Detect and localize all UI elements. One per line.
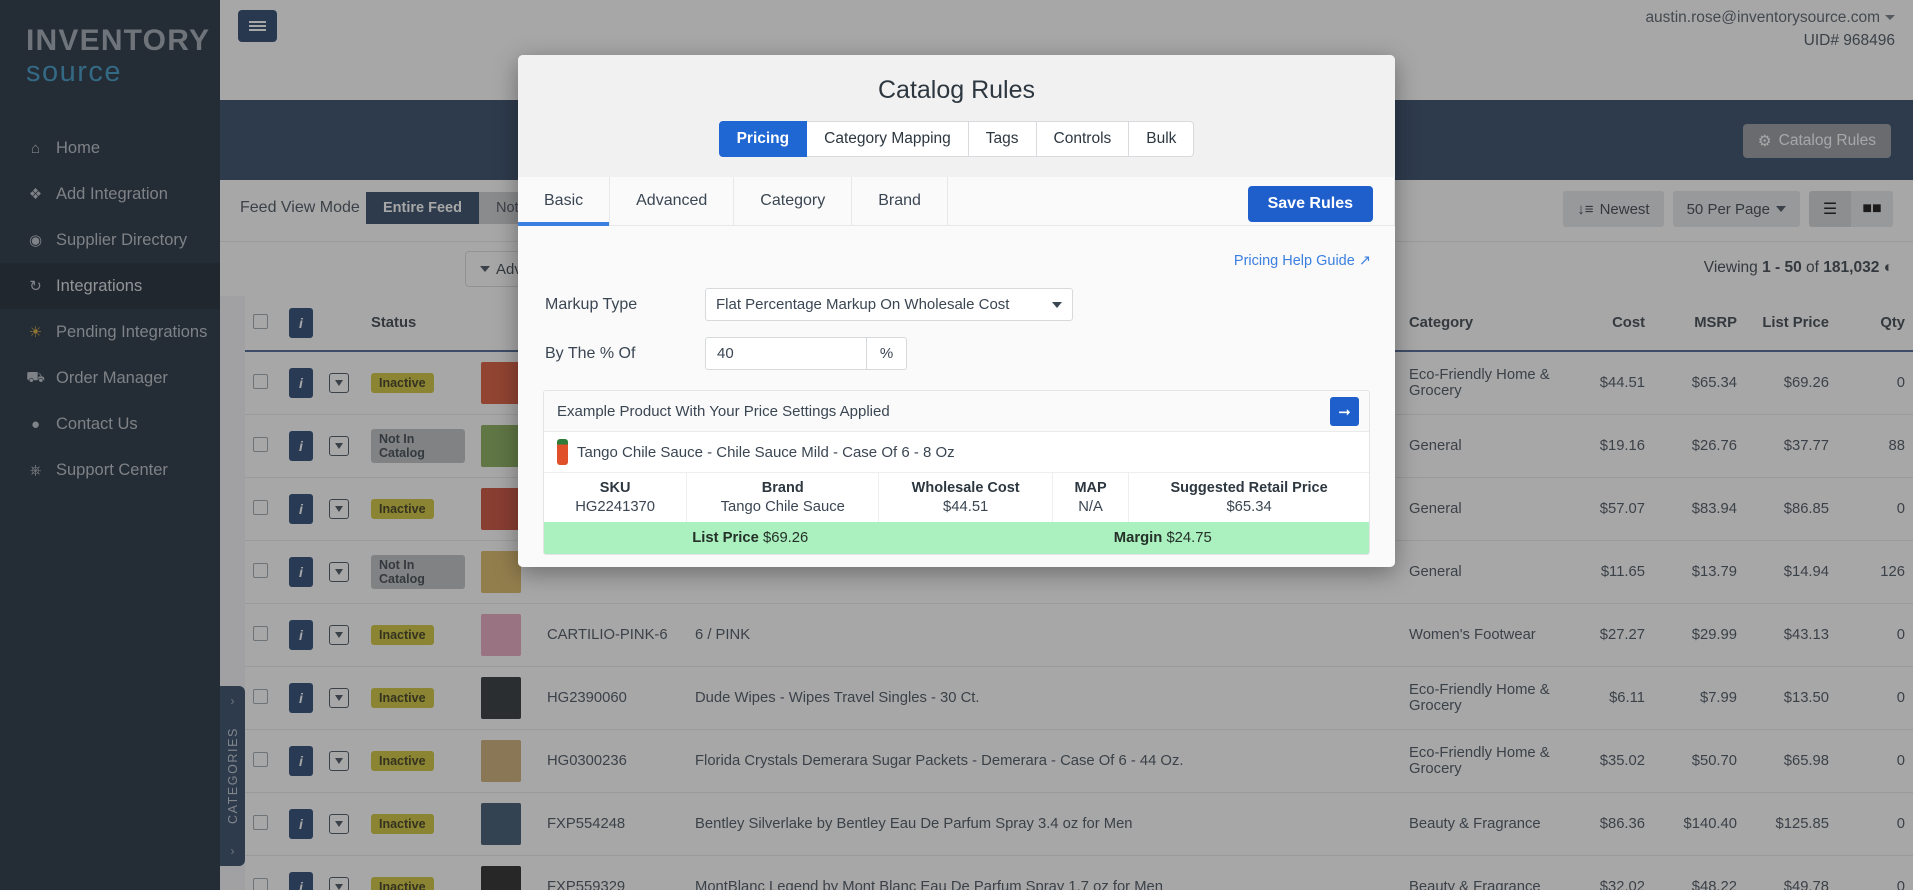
example-cell-header: SKU [599, 480, 631, 496]
example-cell-value: $44.51 [943, 499, 989, 515]
example-cell-suggested-retail-price: Suggested Retail Price $65.34 [1129, 473, 1369, 522]
example-cell-header: MAP [1074, 480, 1107, 496]
chevron-down-icon [1052, 301, 1062, 308]
modal-body: Basic Advanced Category Brand Save Rules… [518, 177, 1395, 567]
markup-type-row: Markup Type Flat Percentage Markup On Wh… [545, 288, 1395, 321]
modal-title: Catalog Rules [877, 76, 1036, 104]
percent-input-group: 40 % [705, 337, 907, 370]
example-cell-value: $65.34 [1226, 499, 1272, 515]
tab-controls[interactable]: Controls [1036, 121, 1130, 157]
percent-suffix: % [867, 337, 907, 370]
tab-tags[interactable]: Tags [968, 121, 1037, 157]
arrow-right-icon: ➞ [1338, 403, 1351, 421]
subtab-brand[interactable]: Brand [852, 177, 948, 225]
example-cell-value: Tango Chile Sauce [720, 499, 845, 515]
example-margin-value: $24.75 [1166, 530, 1212, 546]
example-margin-label: Margin [1113, 530, 1163, 546]
pricing-sub-tabs: Basic Advanced Category Brand Save Rules [518, 177, 1395, 226]
example-result-bar: List Price $69.26 Margin $24.75 [544, 522, 1369, 554]
tab-pricing[interactable]: Pricing [718, 121, 808, 157]
subtab-category[interactable]: Category [734, 177, 853, 225]
example-list-price-value: $69.26 [762, 530, 809, 546]
example-margin: Margin $24.75 [957, 522, 1370, 554]
subtab-advanced[interactable]: Advanced [610, 177, 735, 225]
markup-type-value: Flat Percentage Markup On Wholesale Cost [716, 296, 1010, 313]
example-cell-brand: Brand Tango Chile Sauce [687, 473, 880, 522]
example-cell-header: Brand [761, 480, 804, 496]
example-panel-title: Example Product With Your Price Settings… [557, 402, 890, 420]
example-product-row: Tango Chile Sauce - Chile Sauce Mild - C… [544, 432, 1369, 473]
example-list-price: List Price $69.26 [544, 522, 957, 554]
modal-top-tabs: Pricing Category Mapping Tags Controls B… [518, 121, 1395, 157]
next-example-button[interactable]: ➞ [1330, 397, 1359, 426]
markup-type-select[interactable]: Flat Percentage Markup On Wholesale Cost [705, 288, 1073, 321]
example-cell-header: Wholesale Cost [911, 480, 1020, 496]
tab-category-mapping[interactable]: Category Mapping [807, 121, 969, 157]
example-cell-header: Suggested Retail Price [1170, 480, 1328, 496]
product-thumbnail [557, 439, 568, 465]
example-cell-sku: SKU HG2241370 [544, 473, 688, 522]
example-product-panel: Example Product With Your Price Settings… [543, 390, 1370, 555]
tab-bulk[interactable]: Bulk [1129, 121, 1195, 157]
markup-type-label: Markup Type [545, 295, 638, 313]
external-link-icon: ↗ [1358, 253, 1371, 269]
save-rules-button[interactable]: Save Rules [1247, 186, 1373, 222]
catalog-rules-modal: Catalog Rules Pricing Category Mapping T… [518, 55, 1395, 567]
example-list-price-label: List Price [692, 530, 759, 546]
example-cell-value: N/A [1078, 499, 1103, 515]
example-cell-wholesale-cost: Wholesale Cost $44.51 [879, 473, 1054, 522]
example-cell-map: MAP N/A [1053, 473, 1130, 522]
example-cell-value: HG2241370 [575, 499, 656, 515]
example-product-name: Tango Chile Sauce - Chile Sauce Mild - C… [577, 443, 955, 461]
percent-row: By The % Of 40 % [545, 337, 1395, 370]
modal-header: Catalog Rules Pricing Category Mapping T… [518, 55, 1395, 177]
example-detail-table: SKU HG2241370 Brand Tango Chile Sauce Wh… [544, 473, 1369, 522]
pricing-help-guide-link[interactable]: Pricing Help Guide ↗ [1234, 253, 1371, 269]
example-panel-header: Example Product With Your Price Settings… [544, 391, 1369, 432]
subtab-basic[interactable]: Basic [518, 177, 611, 226]
percent-input[interactable]: 40 [705, 337, 867, 370]
percent-label: By The % Of [545, 344, 636, 362]
